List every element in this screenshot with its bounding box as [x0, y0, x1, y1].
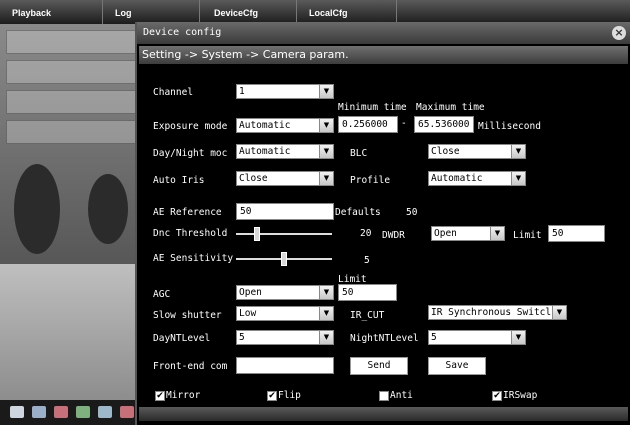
slider-thumb[interactable]: [254, 227, 260, 241]
chevron-down-icon: ▼: [319, 307, 333, 320]
mirror-checkbox[interactable]: ✔: [155, 391, 165, 401]
fullscreen-icon[interactable]: [10, 406, 24, 418]
anti-label: Anti: [390, 390, 413, 401]
agc-limit-input[interactable]: 50: [338, 284, 397, 301]
night-nt-level-select[interactable]: 5 ▼: [428, 330, 526, 345]
anti-checkbox[interactable]: [379, 391, 389, 401]
channel-label: Channel: [153, 87, 194, 98]
chevron-down-icon: ▼: [319, 286, 333, 299]
record-icon[interactable]: [54, 406, 68, 418]
front-end-com-label: Front-end com: [153, 361, 228, 372]
irswap-label: IRSwap: [503, 390, 538, 401]
ae-sensitivity-slider[interactable]: [236, 251, 332, 267]
tab-localcfg[interactable]: LocalCfg: [297, 0, 397, 24]
ae-reference-input[interactable]: 50: [236, 203, 334, 220]
channel-select[interactable]: 1 ▼: [236, 84, 334, 99]
chevron-down-icon: ▼: [490, 227, 504, 240]
day-night-select[interactable]: Automatic ▼: [236, 144, 334, 159]
chevron-down-icon: ▼: [319, 145, 333, 158]
day-nt-level-label: DayNTLevel: [153, 333, 211, 344]
ae-sensitivity-label: AE Sensitivity: [153, 253, 234, 264]
millisecond-label: Millisecond: [478, 121, 541, 132]
image-icon[interactable]: [76, 406, 90, 418]
camera-icon[interactable]: [32, 406, 46, 418]
ae-sensitivity-value: 5: [364, 255, 370, 266]
dnc-threshold-label: Dnc Threshold: [153, 228, 228, 239]
close-icon[interactable]: ×: [612, 26, 626, 40]
day-nt-level-select[interactable]: 5 ▼: [236, 330, 334, 345]
flip-label: Flip: [278, 390, 301, 401]
tab-devicecfg[interactable]: DeviceCfg: [200, 0, 297, 24]
flip-checkbox[interactable]: ✔: [267, 391, 277, 401]
dwdr-select[interactable]: Open ▼: [431, 226, 505, 241]
blc-label: BLC: [350, 148, 368, 159]
dialog-title: Device config: [137, 22, 630, 44]
slow-shutter-select[interactable]: Low ▼: [236, 306, 334, 321]
chevron-down-icon: ▼: [319, 331, 333, 344]
irswap-checkbox[interactable]: ✔: [492, 391, 502, 401]
max-time-label: Maximum time: [416, 102, 485, 113]
day-night-label: Day/Night moc: [153, 148, 228, 159]
front-end-com-input[interactable]: [236, 357, 334, 374]
max-time-input[interactable]: 65.536000: [414, 116, 474, 133]
dnc-threshold-value: 20: [360, 228, 372, 239]
ir-cut-select[interactable]: IR Synchronous Switcl ▼: [428, 305, 567, 320]
breadcrumb: Setting -> System -> Camera param.: [139, 46, 628, 64]
slow-shutter-label: Slow shutter: [153, 310, 222, 321]
grid-icon[interactable]: [98, 406, 112, 418]
ir-cut-label: IR_CUT: [350, 310, 385, 321]
dwdr-limit-label: Limit: [513, 230, 542, 241]
dialog-footer: [139, 407, 628, 421]
agc-label: AGC: [153, 289, 171, 300]
video-preview: [0, 24, 142, 400]
device-config-dialog: Device config × Setting -> System -> Cam…: [135, 22, 630, 425]
defaults-label: Defaults: [335, 207, 381, 218]
dnc-threshold-slider[interactable]: [236, 226, 332, 242]
chevron-down-icon: ▼: [319, 172, 333, 185]
chevron-down-icon: ▼: [552, 306, 566, 319]
profile-label: Profile: [350, 175, 391, 186]
chevron-down-icon: ▼: [319, 85, 333, 98]
save-button[interactable]: Save: [428, 357, 486, 375]
time-separator: -: [401, 118, 407, 129]
chevron-down-icon: ▼: [319, 119, 333, 132]
chevron-down-icon: ▼: [511, 331, 525, 344]
chevron-down-icon: ▼: [511, 172, 525, 185]
defaults-value: 50: [406, 207, 418, 218]
mirror-label: Mirror: [166, 390, 201, 401]
dwdr-limit-input[interactable]: 50: [548, 225, 605, 242]
night-nt-level-label: NightNTLevel: [350, 333, 419, 344]
auto-iris-select[interactable]: Close ▼: [236, 171, 334, 186]
min-time-label: Minimum time: [338, 102, 407, 113]
slider-thumb[interactable]: [281, 252, 287, 266]
exposure-mode-label: Exposure mode: [153, 121, 228, 132]
ae-reference-label: AE Reference: [153, 207, 222, 218]
record-icon[interactable]: [120, 406, 134, 418]
auto-iris-label: Auto Iris: [153, 175, 205, 186]
min-time-input[interactable]: 0.256000: [338, 116, 398, 133]
tab-log[interactable]: Log: [103, 0, 200, 24]
agc-select[interactable]: Open ▼: [236, 285, 334, 300]
tab-playback[interactable]: Playback: [0, 0, 103, 24]
send-button[interactable]: Send: [350, 357, 408, 375]
dwdr-label: DWDR: [382, 230, 405, 241]
chevron-down-icon: ▼: [511, 145, 525, 158]
video-toolbar: [0, 400, 142, 425]
profile-select[interactable]: Automatic ▼: [428, 171, 526, 186]
exposure-mode-select[interactable]: Automatic ▼: [236, 118, 334, 133]
blc-select[interactable]: Close ▼: [428, 144, 526, 159]
